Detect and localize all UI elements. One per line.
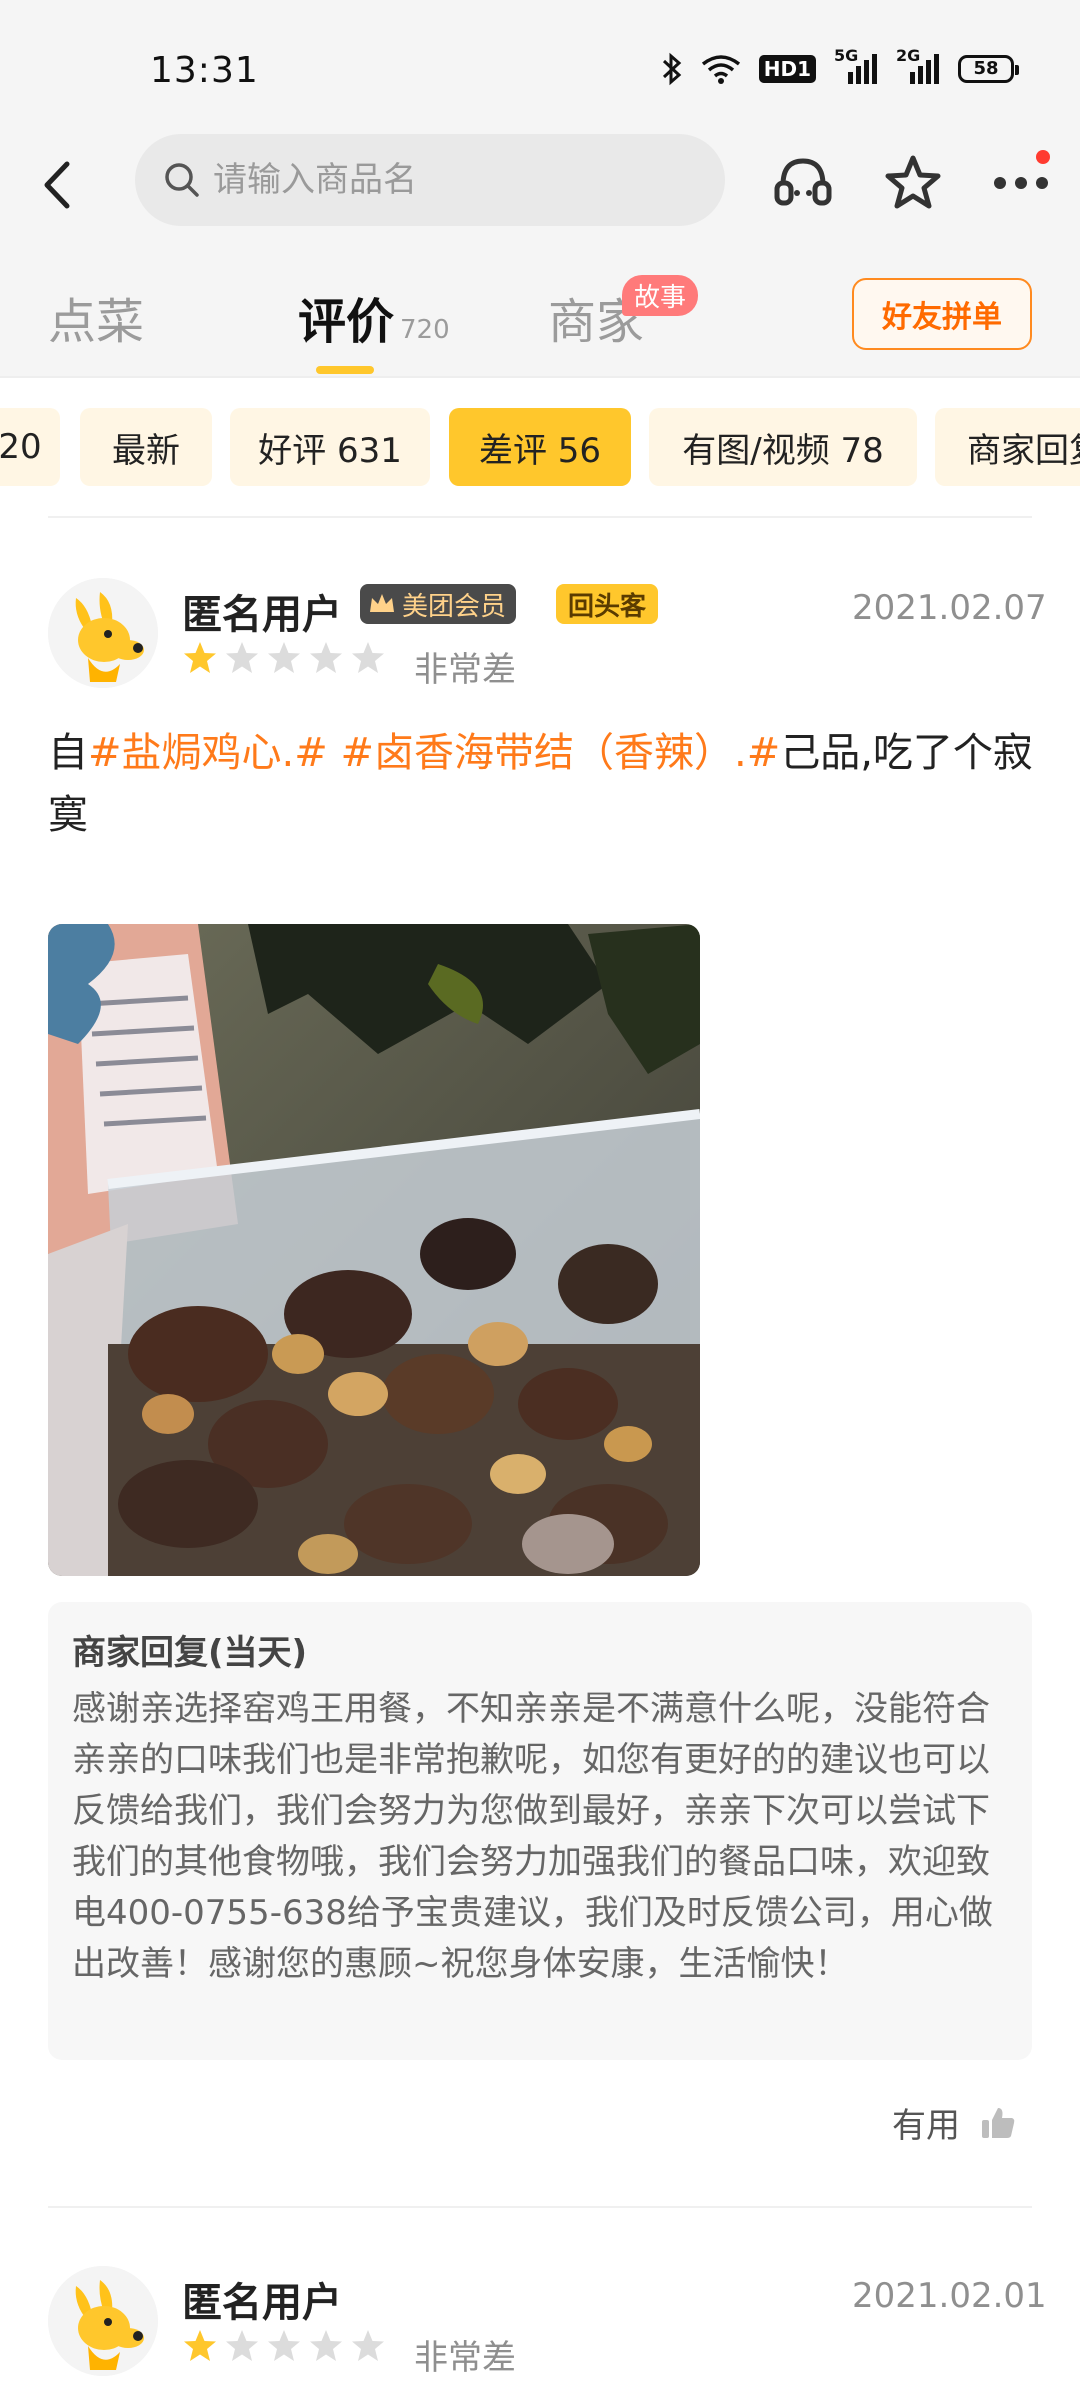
- star-empty-icon: [226, 642, 258, 673]
- merchant-reply-title: 商家回复(当天): [72, 1633, 308, 1673]
- more-button[interactable]: [986, 148, 1056, 218]
- star-empty-icon: [352, 642, 384, 673]
- top-nav: [0, 130, 1080, 240]
- avatar[interactable]: [48, 578, 158, 688]
- kangaroo-avatar-icon: [48, 2266, 158, 2376]
- rating-stars: [182, 2328, 386, 2364]
- useful-button[interactable]: 有用: [892, 2098, 1016, 2147]
- star-empty-icon: [352, 2330, 384, 2361]
- review-text: 自#盐焗鸡心.# #卤香海带结（香辣）.#己品,吃了个寂寞: [48, 722, 1038, 846]
- wifi-icon: [701, 55, 740, 84]
- hd-badge: HD1: [758, 55, 816, 83]
- tab-bar: 点菜 评价 720 商家 故事 好友拼单: [0, 240, 1080, 378]
- more-dots-icon: [994, 177, 1048, 189]
- star-empty-icon: [226, 2330, 258, 2361]
- divider: [48, 2206, 1032, 2208]
- status-time: 13:31: [150, 50, 259, 91]
- filter-chip-negative[interactable]: 差评 56: [449, 408, 631, 486]
- rating-text: 非常差: [414, 650, 516, 690]
- dish-tag-heart[interactable]: #盐焗鸡心.#: [88, 730, 328, 776]
- star-empty-icon: [310, 642, 342, 673]
- user-name: 匿名用户: [182, 592, 342, 638]
- notification-dot: [1036, 150, 1050, 164]
- star-empty-icon: [268, 2330, 300, 2361]
- filter-chip-merchant-reply[interactable]: 商家回复: [935, 408, 1080, 486]
- chevron-left-icon: [44, 161, 70, 209]
- tab-active-indicator: [316, 366, 374, 374]
- signal-2g-icon: 2G: [896, 46, 940, 84]
- tab-reviews[interactable]: 评价 720: [298, 282, 450, 352]
- return-customer-badge: 回头客: [556, 584, 659, 624]
- dish-tag-kelp[interactable]: #卤香海带结（香辣）.#: [340, 730, 780, 776]
- review-date: 2021.02.07: [852, 588, 1047, 628]
- thumbs-up-icon: [982, 2107, 1015, 2138]
- review-text-prefix: 自: [48, 730, 88, 776]
- member-badge-label: 美团会员: [402, 591, 507, 622]
- useful-label: 有用: [892, 2106, 960, 2146]
- merchant-reply-text: 感谢亲选择窑鸡王用餐，不知亲亲是不满意什么呢，没能符合亲亲的口味我们也是非常抱歉…: [72, 1689, 993, 1984]
- member-badge: 美团会员: [360, 584, 517, 624]
- star-outline-icon: [885, 155, 941, 209]
- review-photo[interactable]: [48, 924, 700, 1576]
- tab-reviews-label: 评价: [298, 294, 395, 350]
- favorite-button[interactable]: [878, 148, 948, 218]
- divider: [48, 516, 1032, 518]
- user-name: 匿名用户: [182, 2280, 342, 2326]
- signal-5g-icon: 5G: [834, 46, 878, 84]
- status-icons: HD1 5G 2G 58: [661, 46, 1019, 86]
- kangaroo-avatar-icon: [48, 578, 158, 688]
- star-empty-icon: [268, 642, 300, 673]
- tab-reviews-count: 720: [400, 315, 450, 345]
- food-photo-image: [48, 924, 700, 1576]
- customer-service-button[interactable]: [768, 148, 838, 218]
- search-icon: [165, 163, 199, 197]
- filter-chip-positive[interactable]: 好评 631: [230, 408, 430, 486]
- filter-chip-photo-video[interactable]: 有图/视频 78: [649, 408, 917, 486]
- search-input[interactable]: [213, 160, 693, 200]
- back-button[interactable]: [22, 150, 92, 220]
- star-empty-icon: [310, 2330, 342, 2361]
- filter-chip-all[interactable]: 20: [0, 408, 60, 486]
- search-box[interactable]: [135, 134, 725, 226]
- rating-text: 非常差: [414, 2338, 516, 2378]
- tab-menu[interactable]: 点菜: [48, 282, 144, 352]
- merchant-reply: 商家回复(当天) 感谢亲选择窑鸡王用餐，不知亲亲是不满意什么呢，没能符合亲亲的口…: [48, 1602, 1032, 2060]
- rating-stars: [182, 640, 386, 676]
- friend-group-order-button[interactable]: 好友拼单: [852, 278, 1032, 350]
- battery-icon: 58: [958, 55, 1019, 83]
- bluetooth-icon: [662, 52, 681, 86]
- status-bar: 13:31 HD1 5G 2G 58: [0, 0, 1080, 130]
- filter-chip-latest[interactable]: 最新: [80, 408, 212, 486]
- star-filled-icon: [184, 642, 216, 673]
- crown-icon: [370, 594, 394, 612]
- avatar[interactable]: [48, 2266, 158, 2376]
- story-badge: 故事: [622, 275, 699, 316]
- review-date: 2021.02.01: [852, 2276, 1047, 2316]
- star-filled-icon: [184, 2330, 216, 2361]
- review-filters: 20 最新 好评 631 差评 56 有图/视频 78 商家回复: [0, 400, 1080, 486]
- headset-icon: [774, 158, 832, 206]
